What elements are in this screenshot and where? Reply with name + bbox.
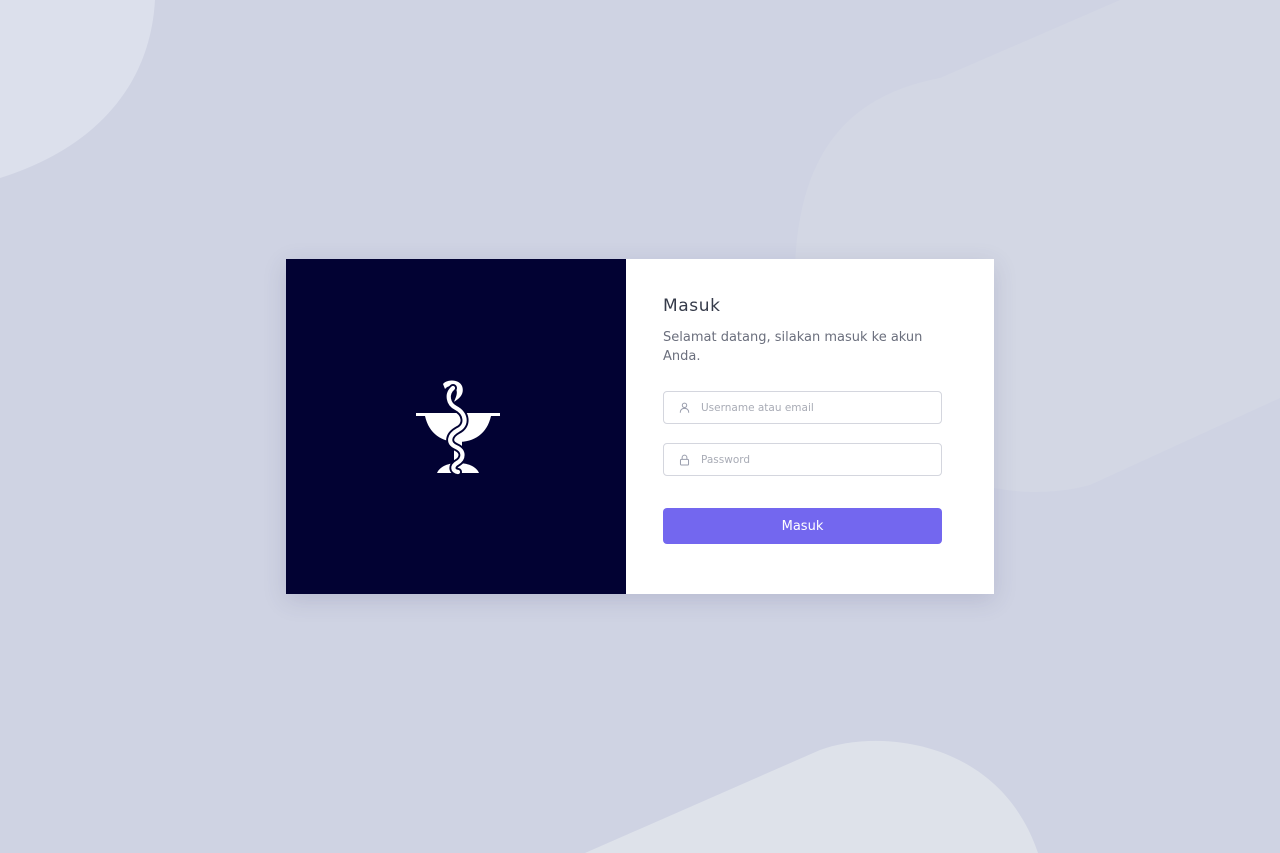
username-field[interactable] [663,391,942,424]
bowl-of-hygieia-icon [415,380,500,476]
login-subtitle: Selamat datang, silakan masuk ke akun An… [663,330,923,364]
password-input[interactable] [701,453,921,466]
username-input[interactable] [701,401,921,414]
login-card: Masuk Selamat datang, silakan masuk ke a… [286,259,994,594]
brand-panel [286,259,626,594]
login-button[interactable]: Masuk [663,508,942,544]
background-blob-top-left [0,0,155,178]
password-field[interactable] [663,443,942,476]
login-title: Masuk [663,296,721,316]
background-blob-bottom [585,740,1038,853]
lock-icon [678,454,690,466]
login-form: Masuk Selamat datang, silakan masuk ke a… [626,259,994,594]
user-icon [678,402,690,414]
